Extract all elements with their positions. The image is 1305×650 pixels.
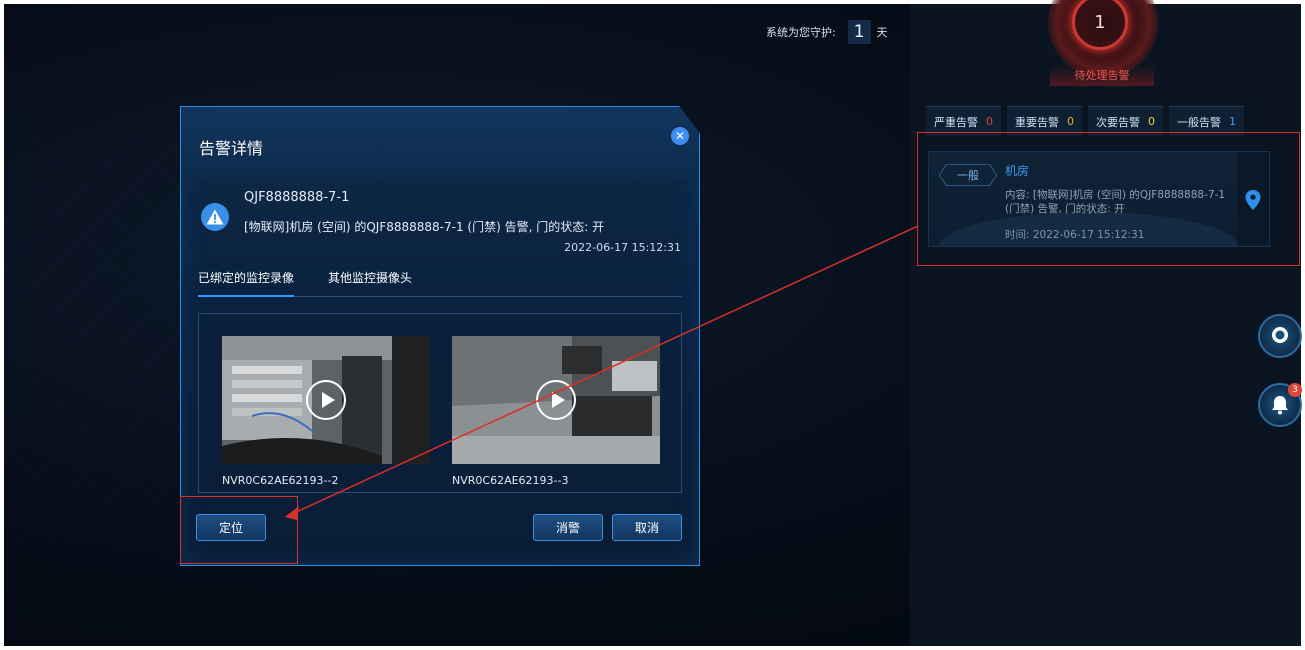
tab-label: 重要告警 — [1015, 115, 1059, 129]
bell-icon — [1272, 396, 1288, 415]
video-label: NVR0C62AE62193--3 — [452, 474, 569, 487]
close-button[interactable]: ✕ — [671, 127, 689, 145]
play-icon[interactable] — [536, 380, 576, 420]
tab-label: 次要告警 — [1096, 115, 1140, 129]
guard-days: 1 — [847, 20, 871, 44]
video-list: NVR0C62AE62193--2 NVR0C62AE62193--3 — [198, 313, 682, 493]
close-icon: ✕ — [674, 129, 686, 143]
dismiss-alarm-button[interactable]: 消警 — [533, 514, 603, 541]
device-name: QJF8888888-7-1 — [244, 190, 350, 205]
alarm-message: [物联网]机房 (空间) 的QJF8888888-7-1 (门禁) 告警, 门的… — [244, 220, 605, 234]
right-panel — [910, 4, 1301, 646]
cancel-button[interactable]: 取消 — [612, 514, 682, 541]
annotation-box-alarm-card — [917, 132, 1300, 266]
tab-other-cameras[interactable]: 其他监控摄像头 — [328, 269, 412, 297]
tab-count: 0 — [986, 115, 993, 128]
tab-label: 一般告警 — [1177, 115, 1221, 129]
tab-bound-recordings[interactable]: 已绑定的监控录像 — [198, 269, 295, 297]
notification-count-badge: 3 — [1288, 383, 1302, 397]
guard-label: 系统为您守护: — [766, 26, 836, 39]
warning-icon — [201, 203, 229, 231]
guard-days-indicator: 系统为您守护: 1 天 — [766, 20, 888, 44]
tab-count: 0 — [1148, 115, 1155, 128]
lightbulb-icon — [1272, 327, 1288, 343]
dialog-title: 告警详情 — [199, 139, 264, 158]
video-thumbnail[interactable] — [222, 336, 430, 464]
annotation-box-locate — [180, 496, 298, 564]
video-label: NVR0C62AE62193--2 — [222, 474, 339, 487]
guard-unit: 天 — [876, 26, 888, 39]
pending-alarm-label: 待处理告警 — [1050, 66, 1154, 86]
dialog-tabs: 已绑定的监控录像 其他监控摄像头 — [198, 267, 682, 297]
lightbulb-button[interactable] — [1258, 314, 1302, 358]
tab-count: 1 — [1229, 115, 1236, 128]
tab-label: 严重告警 — [934, 115, 978, 129]
play-icon[interactable] — [306, 380, 346, 420]
alarm-time: 2022-06-17 15:12:31 — [564, 241, 681, 254]
tab-count: 0 — [1067, 115, 1074, 128]
video-thumbnail[interactable] — [452, 336, 660, 464]
